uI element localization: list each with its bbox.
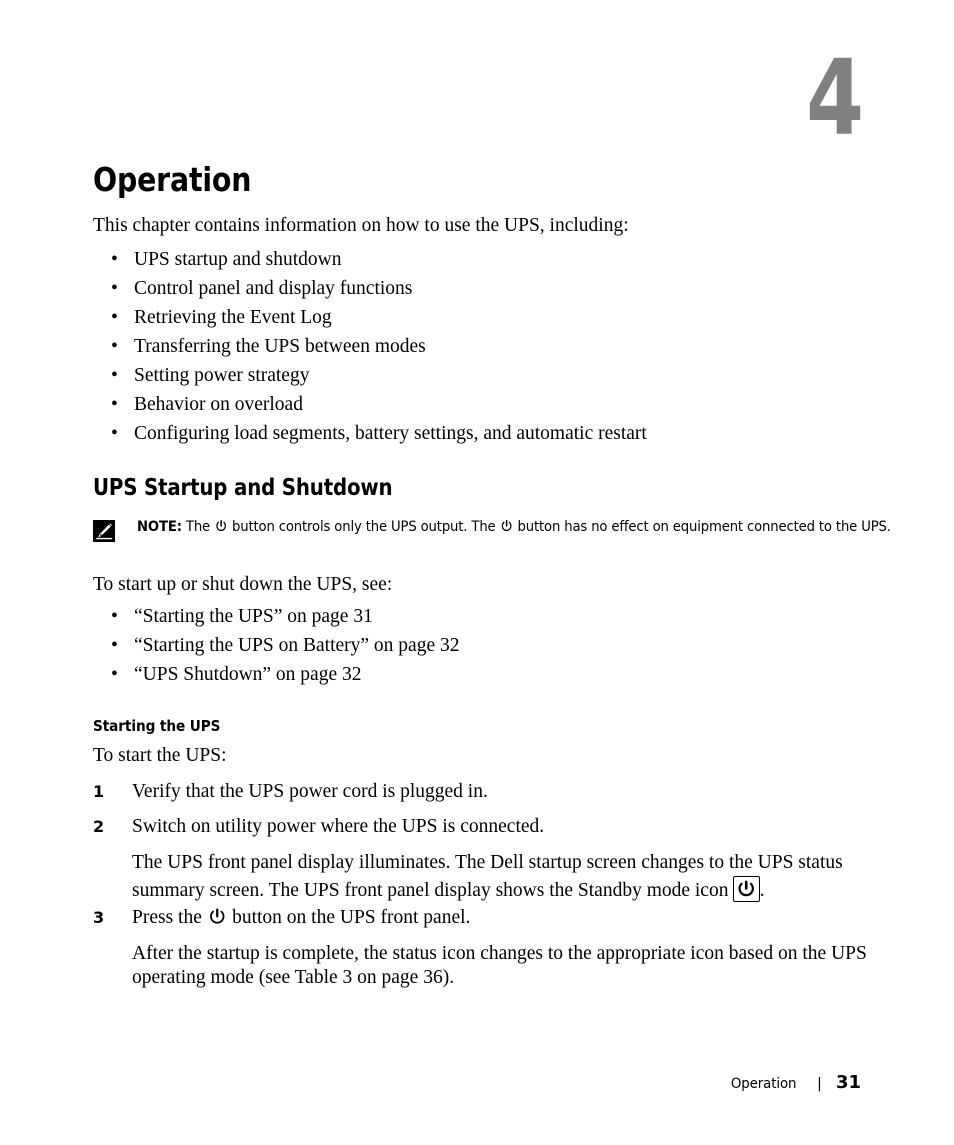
procedure-step: 3 Press the button on the UPS front pane… [93,906,883,930]
procedure-step: 2 Switch on utility power where the UPS … [93,815,883,839]
power-button-icon [214,519,228,534]
list-item: • Retrieving the Event Log [93,303,647,332]
bullet-glyph: • [111,635,118,656]
bullet-glyph: • [111,336,118,357]
list-item-label: Behavior on overload [134,394,303,415]
list-item: • Configuring load segments, battery sett… [93,419,647,448]
note-callout: NOTE: The button controls only the UPS o… [93,517,891,542]
standby-mode-icon [733,876,760,903]
step-number: 1 [93,782,105,801]
cross-reference-list: • “Starting the UPS” on page 31 • “Startin… [93,602,459,689]
cross-reference-link[interactable]: “Starting the UPS on Battery” on page 32 [134,635,459,656]
list-item-label: Transferring the UPS between modes [134,336,426,357]
list-item[interactable]: • “UPS Shutdown” on page 32 [93,660,459,689]
bullet-glyph: • [111,307,118,328]
cross-reference-link[interactable]: “UPS Shutdown” on page 32 [134,664,362,685]
step-continuation-paragraph: After the startup is complete, the statu… [132,943,867,988]
step-continuation-period: . [759,879,765,901]
list-item[interactable]: • “Starting the UPS on Battery” on page 3… [93,631,459,660]
subsection-lead-in: To start the UPS: [93,745,227,766]
list-item[interactable]: • “Starting the UPS” on page 31 [93,602,459,631]
bullet-glyph: • [111,394,118,415]
bullet-glyph: • [111,606,118,627]
section-lead-in: To start up or shut down the UPS, see: [93,574,393,595]
step-continuation-paragraph: The UPS front panel display illuminates.… [132,851,852,903]
page-footer: Operation | 31 [728,1072,861,1093]
step-text-before-icon: Press the [132,907,207,928]
list-item: • UPS startup and shutdown [93,245,647,274]
footer-chapter-label: Operation [730,1076,797,1092]
step-number: 2 [93,817,105,836]
note-text-part-2: button controls only the UPS output. The [227,519,500,535]
step-text: Verify that the UPS power cord is plugge… [132,781,488,802]
document-page: 4 Operation This chapter contains inform… [0,0,954,1145]
list-item: • Setting power strategy [93,361,647,390]
step-text: Press the button on the UPS front panel. [132,906,883,930]
note-text-part-1: The [181,519,215,535]
step-text: Switch on utility power where the UPS is… [132,816,545,837]
list-item: • Control panel and display functions [93,274,647,303]
bullet-glyph: • [111,423,118,444]
list-item-label: UPS startup and shutdown [134,249,342,270]
chapter-number: 4 [805,37,864,159]
chapter-intro-paragraph: This chapter contains information on how… [93,215,629,236]
footer-separator: | [817,1076,822,1092]
chapter-topics-list: • UPS startup and shutdown • Control panel… [93,245,647,448]
section-heading: UPS Startup and Shutdown [93,475,393,501]
note-label: NOTE: [137,519,182,535]
list-item-label: Configuring load segments, battery setti… [134,423,647,444]
note-text-part-3: button has no effect on equipment connec… [513,519,891,535]
list-item-label: Setting power strategy [134,365,310,386]
list-item: • Behavior on overload [93,390,647,419]
bullet-glyph: • [111,249,118,270]
list-item: • Transferring the UPS between modes [93,332,647,361]
footer-page-number: 31 [835,1072,861,1093]
list-item-label: Retrieving the Event Log [134,307,332,328]
step-number: 3 [93,908,105,927]
page-title: Operation [93,160,252,199]
step-text-after-icon: button on the UPS front panel. [227,907,471,928]
note-pencil-icon [93,520,115,542]
procedure-step: 1 Verify that the UPS power cord is plug… [93,780,883,804]
cross-reference-link[interactable]: “Starting the UPS” on page 31 [134,606,373,627]
list-item-label: Control panel and display functions [134,278,413,299]
note-text: NOTE: The button controls only the UPS o… [137,517,927,537]
subsection-heading: Starting the UPS [93,717,221,735]
power-button-icon [207,907,227,927]
power-button-icon [500,519,514,534]
bullet-glyph: • [111,664,118,685]
bullet-glyph: • [111,365,118,386]
bullet-glyph: • [111,278,118,299]
